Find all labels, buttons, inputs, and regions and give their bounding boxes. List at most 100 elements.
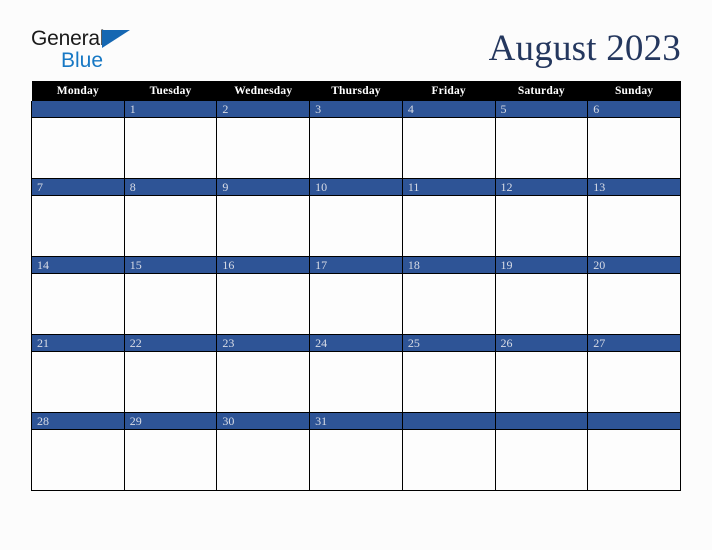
day-events-area[interactable] [588,430,680,490]
calendar-day-cell[interactable] [401,412,496,491]
day-events-area[interactable] [217,430,309,490]
day-number: 27 [588,335,680,352]
day-events-area[interactable] [32,196,124,256]
day-number: 8 [124,179,217,196]
day-events-area[interactable] [588,274,680,334]
day-events-area[interactable] [496,274,588,334]
calendar-day-cell[interactable]: 30 [216,412,311,491]
day-number: 19 [495,257,588,274]
day-events-area[interactable] [310,274,402,334]
calendar-day-cell[interactable]: 16 [216,256,311,335]
day-events-area[interactable] [217,274,309,334]
day-events-area[interactable] [496,196,588,256]
calendar-day-cell[interactable]: 7 [31,178,125,257]
day-events-area[interactable] [403,274,495,334]
day-events-area[interactable] [217,118,309,178]
day-number [588,413,680,430]
calendar-day-cell[interactable] [31,101,125,179]
day-events-area[interactable] [217,196,309,256]
day-events-area[interactable] [496,430,588,490]
calendar-day-cell[interactable]: 18 [401,256,496,335]
calendar-day-cell[interactable]: 3 [309,101,403,179]
calendar-day-cell[interactable]: 24 [309,334,403,413]
calendar-day-cell[interactable]: 10 [309,178,403,257]
calendar-day-cell[interactable]: 27 [587,334,681,413]
day-events-area[interactable] [125,274,217,334]
calendar-header-row: Monday Tuesday Wednesday Thursday Friday… [31,81,681,101]
calendar-day-cell[interactable]: 9 [216,178,311,257]
day-number: 5 [495,101,588,118]
day-events-area[interactable] [310,352,402,412]
day-number: 17 [310,257,402,274]
calendar-day-cell[interactable]: 5 [494,101,589,179]
calendar-day-cell[interactable]: 26 [494,334,589,413]
day-number: 10 [310,179,402,196]
day-events-area[interactable] [588,196,680,256]
day-events-area[interactable] [32,430,124,490]
day-number: 26 [495,335,588,352]
day-events-area[interactable] [403,118,495,178]
day-events-area[interactable] [403,430,495,490]
calendar-day-cell[interactable]: 13 [587,178,681,257]
day-events-area[interactable] [125,430,217,490]
day-events-area[interactable] [403,352,495,412]
weekday-header-thursday: Thursday [309,81,403,101]
weekday-header-saturday: Saturday [495,81,588,101]
day-events-area[interactable] [403,196,495,256]
day-number: 25 [402,335,495,352]
day-events-area[interactable] [125,196,217,256]
day-events-area[interactable] [217,352,309,412]
day-number: 13 [588,179,680,196]
calendar-day-cell[interactable]: 28 [31,412,125,491]
page-title: August 2023 [488,27,681,69]
day-events-area[interactable] [588,352,680,412]
day-events-area[interactable] [310,430,402,490]
calendar-day-cell[interactable] [587,412,681,491]
logo-triangle-icon [102,29,131,48]
calendar-day-cell[interactable]: 20 [587,256,681,335]
day-number: 1 [124,101,217,118]
day-number: 2 [217,101,310,118]
calendar-body: 1 2 3 4 5 6 7 8 9 10 11 12 13 14 15 16 1… [31,101,681,491]
day-events-area[interactable] [125,118,217,178]
day-events-area[interactable] [125,352,217,412]
calendar-day-cell[interactable]: 23 [216,334,311,413]
calendar-day-cell[interactable]: 11 [401,178,496,257]
weekday-header-friday: Friday [402,81,496,101]
day-events-area[interactable] [310,196,402,256]
logo-text-general: General [31,26,105,50]
day-events-area[interactable] [496,352,588,412]
calendar-day-cell[interactable]: 14 [31,256,125,335]
calendar-day-cell[interactable]: 1 [123,101,218,179]
calendar-week-row: 21 22 23 24 25 26 27 [31,334,681,413]
calendar-day-cell[interactable]: 6 [587,101,681,179]
day-events-area[interactable] [588,118,680,178]
weekday-header-sunday: Sunday [587,81,681,101]
day-number: 4 [402,101,495,118]
calendar-day-cell[interactable]: 29 [123,412,218,491]
general-blue-logo: General Blue [31,26,131,71]
day-events-area[interactable] [310,118,402,178]
calendar-day-cell[interactable]: 31 [309,412,403,491]
day-number: 7 [32,179,124,196]
calendar-day-cell[interactable]: 21 [31,334,125,413]
day-number: 23 [217,335,310,352]
calendar-day-cell[interactable]: 15 [123,256,218,335]
day-number: 11 [402,179,495,196]
day-number: 3 [310,101,402,118]
calendar-day-cell[interactable]: 19 [494,256,589,335]
day-events-area[interactable] [496,118,588,178]
calendar-day-cell[interactable]: 2 [216,101,311,179]
day-number: 16 [217,257,310,274]
calendar-day-cell[interactable]: 12 [494,178,589,257]
calendar-day-cell[interactable]: 25 [401,334,496,413]
calendar-day-cell[interactable]: 4 [401,101,496,179]
day-events-area[interactable] [32,118,124,178]
day-events-area[interactable] [32,274,124,334]
calendar-day-cell[interactable] [494,412,589,491]
calendar-day-cell[interactable]: 22 [123,334,218,413]
calendar-day-cell[interactable]: 8 [123,178,218,257]
day-events-area[interactable] [32,352,124,412]
calendar-day-cell[interactable]: 17 [309,256,403,335]
day-number: 30 [217,413,310,430]
